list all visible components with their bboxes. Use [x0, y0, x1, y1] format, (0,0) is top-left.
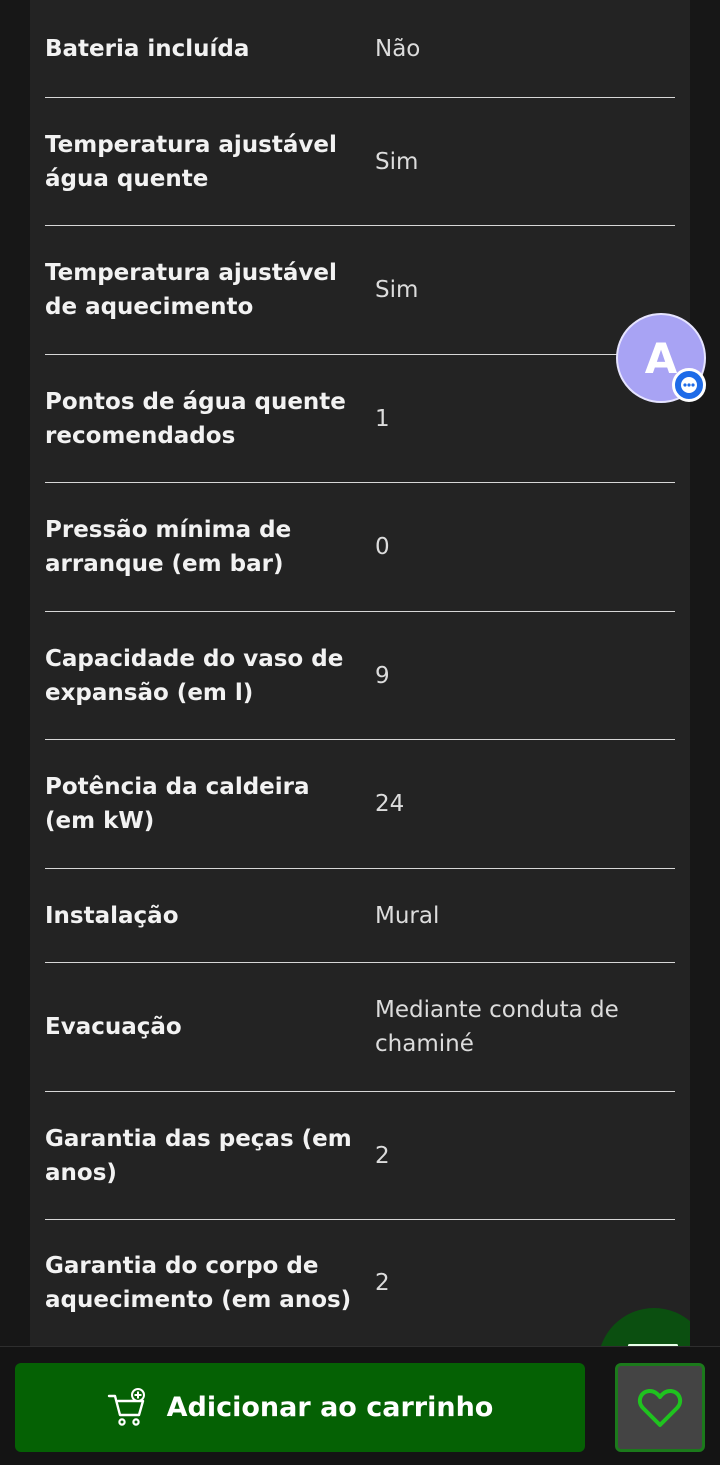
add-to-cart-button[interactable]: Adicionar ao carrinho	[15, 1363, 585, 1452]
spec-row: Bateria incluída Não	[45, 0, 675, 98]
spec-value: Sim	[375, 148, 419, 175]
spec-row: Temperatura ajustável água quente Sim	[45, 98, 675, 226]
spec-value: 2	[375, 1142, 390, 1169]
spec-label: Pontos de água quente recomendados	[45, 388, 346, 449]
spec-label: Garantia das peças (em anos)	[45, 1125, 352, 1186]
specs-table: Bateria incluída Não Temperatura ajustáv…	[45, 0, 675, 1346]
add-to-cart-label: Adicionar ao carrinho	[166, 1392, 494, 1423]
spec-label: Temperatura ajustável de aquecimento	[45, 260, 337, 320]
spec-label: Capacidade do vaso de expansão (em l)	[45, 645, 344, 706]
heart-icon	[637, 1388, 683, 1427]
spec-label: Potência da caldeira (em kW)	[45, 774, 310, 834]
spec-row: Garantia do corpo de aquecimento (em ano…	[45, 1220, 675, 1346]
cart-add-icon	[107, 1387, 145, 1426]
spec-value: Mural	[375, 902, 440, 929]
spec-row: Pressão mínima de arranque (em bar) 0	[45, 483, 675, 612]
spec-row: Evacuação Mediante conduta de chaminé	[45, 963, 675, 1092]
chat-bubble-icon[interactable]	[672, 368, 706, 402]
spec-row: Potência da caldeira (em kW) 24	[45, 740, 675, 869]
spec-row: Temperatura ajustável de aquecimento Sim	[45, 226, 675, 355]
spec-row: Pontos de água quente recomendados 1	[45, 355, 675, 483]
specs-card: Bateria incluída Não Temperatura ajustáv…	[30, 0, 690, 1346]
spec-value: Não	[375, 35, 421, 62]
spec-label: Pressão mínima de arranque (em bar)	[45, 517, 292, 577]
spec-label: Bateria incluída	[45, 35, 250, 62]
spec-value: 1	[375, 405, 390, 432]
spec-row: Garantia das peças (em anos) 2	[45, 1092, 675, 1220]
avatar-letter: A	[644, 333, 678, 383]
spec-label: Evacuação	[45, 1014, 182, 1040]
spec-label: Garantia do corpo de aquecimento (em ano…	[45, 1253, 352, 1313]
spec-value: 0	[375, 534, 390, 560]
spec-value: 24	[375, 791, 405, 817]
bottom-action-bar: Adicionar ao carrinho	[0, 1346, 720, 1465]
spec-value: 9	[375, 662, 390, 689]
spec-row: Instalação Mural	[45, 869, 675, 963]
favorite-button[interactable]	[615, 1363, 705, 1452]
spec-row: Capacidade do vaso de expansão (em l) 9	[45, 612, 675, 740]
spec-value: Sim	[375, 277, 419, 303]
spec-value: Mediante conduta de chaminé	[375, 997, 619, 1057]
spec-value: 2	[375, 1270, 390, 1296]
spec-label: Instalação	[45, 902, 179, 929]
spec-label: Temperatura ajustável água quente	[45, 131, 337, 192]
product-page: Bateria incluída Não Temperatura ajustáv…	[0, 0, 720, 1465]
